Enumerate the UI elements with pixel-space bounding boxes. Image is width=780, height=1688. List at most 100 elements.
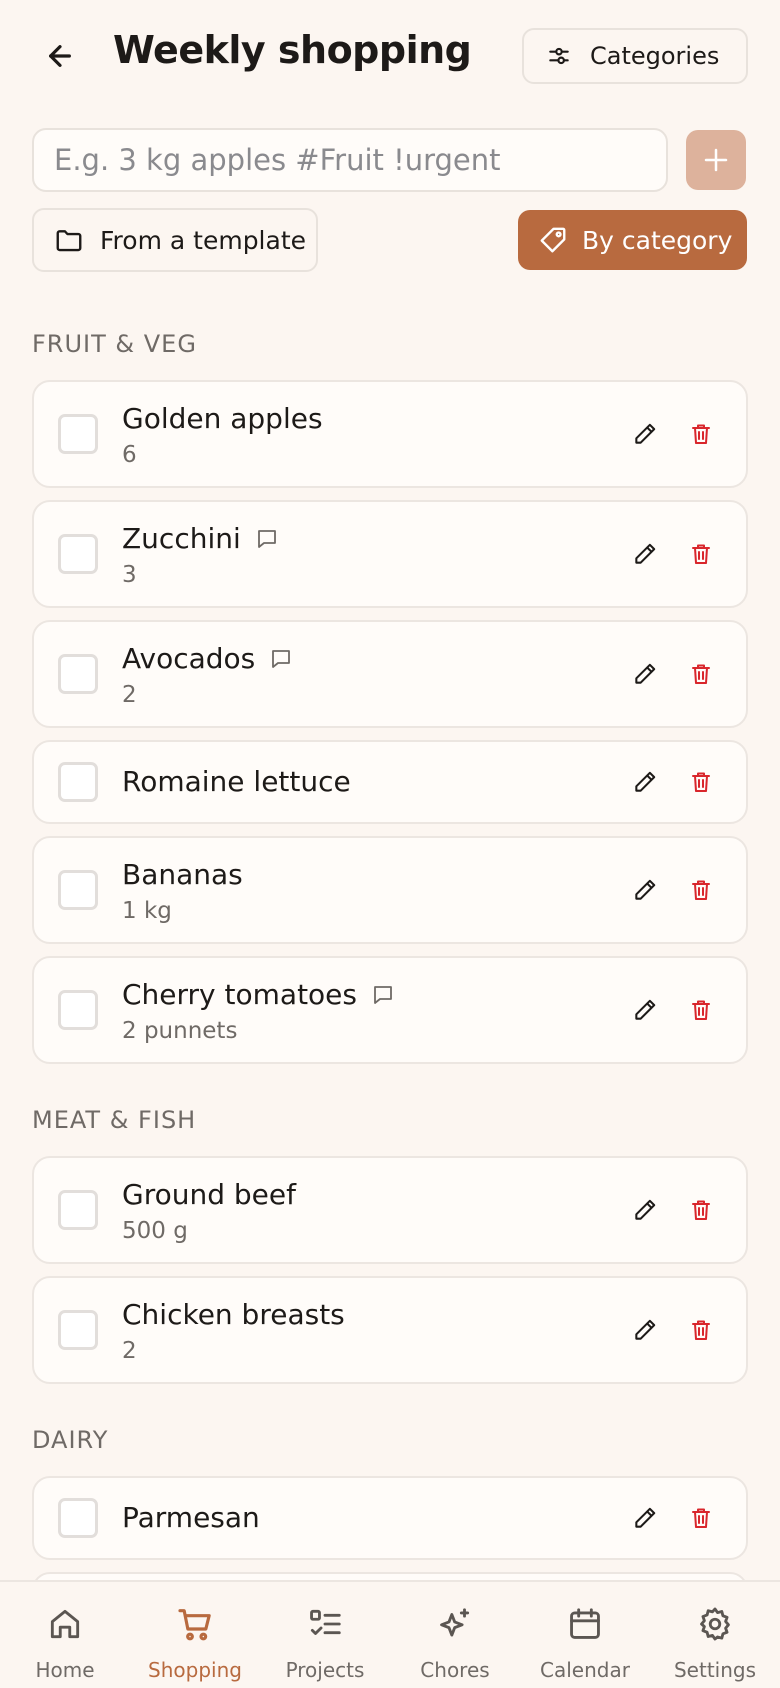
nav-item-settings[interactable]: Settings	[650, 1582, 780, 1688]
checklist-icon	[310, 1609, 341, 1635]
nav-label: Projects	[285, 1658, 365, 1682]
item-quantity: 2	[122, 1338, 137, 1364]
list-item: Ground beef 500 g	[32, 1156, 748, 1264]
trash-icon	[692, 424, 710, 444]
delete-button[interactable]	[682, 763, 720, 801]
edit-button[interactable]	[626, 871, 664, 909]
edit-button[interactable]	[626, 1311, 664, 1349]
item-name: Avocados	[122, 642, 256, 675]
list-item: Zucchini 3	[32, 500, 748, 608]
list-item: Bananas 1 kg	[32, 836, 748, 944]
delete-button[interactable]	[682, 415, 720, 453]
nav-label: Settings	[673, 1658, 757, 1682]
list-item: Avocados 2	[32, 620, 748, 728]
list-item: Cherry tomatoes 2 punnets	[32, 956, 748, 1064]
item-quantity: 3	[122, 562, 137, 588]
delete-button[interactable]	[682, 1311, 720, 1349]
item-name: Chicken breasts	[122, 1298, 345, 1331]
item-name: Zucchini	[122, 522, 241, 555]
trash-icon	[692, 544, 710, 564]
item-checkbox[interactable]	[58, 1498, 98, 1538]
delete-button[interactable]	[682, 655, 720, 693]
note-icon	[374, 985, 392, 1004]
item-checkbox[interactable]	[58, 654, 98, 694]
item-checkbox[interactable]	[58, 534, 98, 574]
item-name: Bananas	[122, 858, 243, 891]
edit-button[interactable]	[626, 763, 664, 801]
back-button[interactable]	[38, 34, 82, 78]
by-category-label: By category	[582, 225, 733, 255]
edit-button[interactable]	[626, 655, 664, 693]
nav-label: Home	[35, 1658, 95, 1682]
item-quantity: 2	[122, 682, 137, 708]
item-name: Cherry tomatoes	[122, 978, 357, 1011]
item-quantity: 500 g	[122, 1218, 188, 1244]
arrow-left-icon	[49, 45, 71, 67]
item-quantity: 2 punnets	[122, 1018, 238, 1044]
cart-icon	[178, 1609, 211, 1641]
tag-icon	[540, 227, 566, 253]
nav-item-shopping[interactable]: Shopping	[130, 1582, 260, 1688]
categories-button[interactable]: Categories	[522, 28, 748, 84]
pencil-icon	[635, 663, 656, 684]
gear-icon	[700, 1607, 730, 1641]
delete-button[interactable]	[682, 1499, 720, 1537]
nav-label: Calendar	[540, 1658, 630, 1682]
item-checkbox[interactable]	[58, 762, 98, 802]
edit-button[interactable]	[626, 991, 664, 1029]
page-title: Weekly shopping	[113, 28, 472, 72]
delete-button[interactable]	[682, 991, 720, 1029]
delete-button[interactable]	[682, 871, 720, 909]
trash-icon	[692, 1000, 710, 1020]
nav-label: Shopping	[148, 1658, 242, 1682]
pencil-icon	[635, 543, 656, 564]
list-item: Romaine lettuce	[32, 740, 748, 824]
item-name: Ground beef	[122, 1178, 296, 1211]
pencil-icon	[635, 999, 656, 1020]
pencil-icon	[635, 1319, 656, 1340]
list-item: Parmesan	[32, 1476, 748, 1560]
list-item: Chicken breasts 2	[32, 1276, 748, 1384]
bottom-nav: Home Shopping Projects Chores Calendar S…	[0, 1580, 780, 1688]
trash-icon	[692, 880, 710, 900]
item-checkbox[interactable]	[58, 870, 98, 910]
nav-item-projects[interactable]: Projects	[260, 1582, 390, 1688]
item-checkbox[interactable]	[58, 990, 98, 1030]
trash-icon	[692, 772, 710, 792]
edit-button[interactable]	[626, 1191, 664, 1229]
item-checkbox[interactable]	[58, 1310, 98, 1350]
edit-button[interactable]	[626, 1499, 664, 1537]
from-template-button[interactable]: From a template	[32, 208, 318, 272]
delete-button[interactable]	[682, 535, 720, 573]
edit-button[interactable]	[626, 535, 664, 573]
list-item: Golden apples 6	[32, 380, 748, 488]
add-item-field[interactable]	[32, 128, 668, 192]
add-item-button[interactable]	[686, 130, 746, 190]
from-template-label: From a template	[100, 225, 307, 255]
section-label-dairy: DAIRY	[32, 1426, 109, 1454]
add-item-input[interactable]	[54, 143, 666, 177]
edit-button[interactable]	[626, 415, 664, 453]
nav-item-chores[interactable]: Chores	[390, 1582, 520, 1688]
trash-icon	[692, 1200, 710, 1220]
calendar-icon	[570, 1608, 600, 1639]
item-name: Romaine lettuce	[122, 765, 351, 798]
note-icon	[257, 529, 276, 548]
by-category-button[interactable]: By category	[518, 210, 747, 270]
item-quantity: 1 kg	[122, 898, 172, 924]
nav-item-home[interactable]: Home	[0, 1582, 130, 1688]
home-icon	[50, 1609, 80, 1639]
item-quantity: 6	[122, 442, 137, 468]
pencil-icon	[635, 1199, 656, 1220]
pencil-icon	[635, 423, 656, 444]
pencil-icon	[635, 1507, 656, 1528]
item-checkbox[interactable]	[58, 1190, 98, 1230]
delete-button[interactable]	[682, 1191, 720, 1229]
sparkles-icon	[440, 1608, 470, 1637]
trash-icon	[692, 1320, 710, 1340]
pencil-icon	[635, 879, 656, 900]
nav-item-calendar[interactable]: Calendar	[520, 1582, 650, 1688]
item-name: Parmesan	[122, 1501, 260, 1534]
folder-icon	[56, 230, 82, 252]
item-checkbox[interactable]	[58, 414, 98, 454]
